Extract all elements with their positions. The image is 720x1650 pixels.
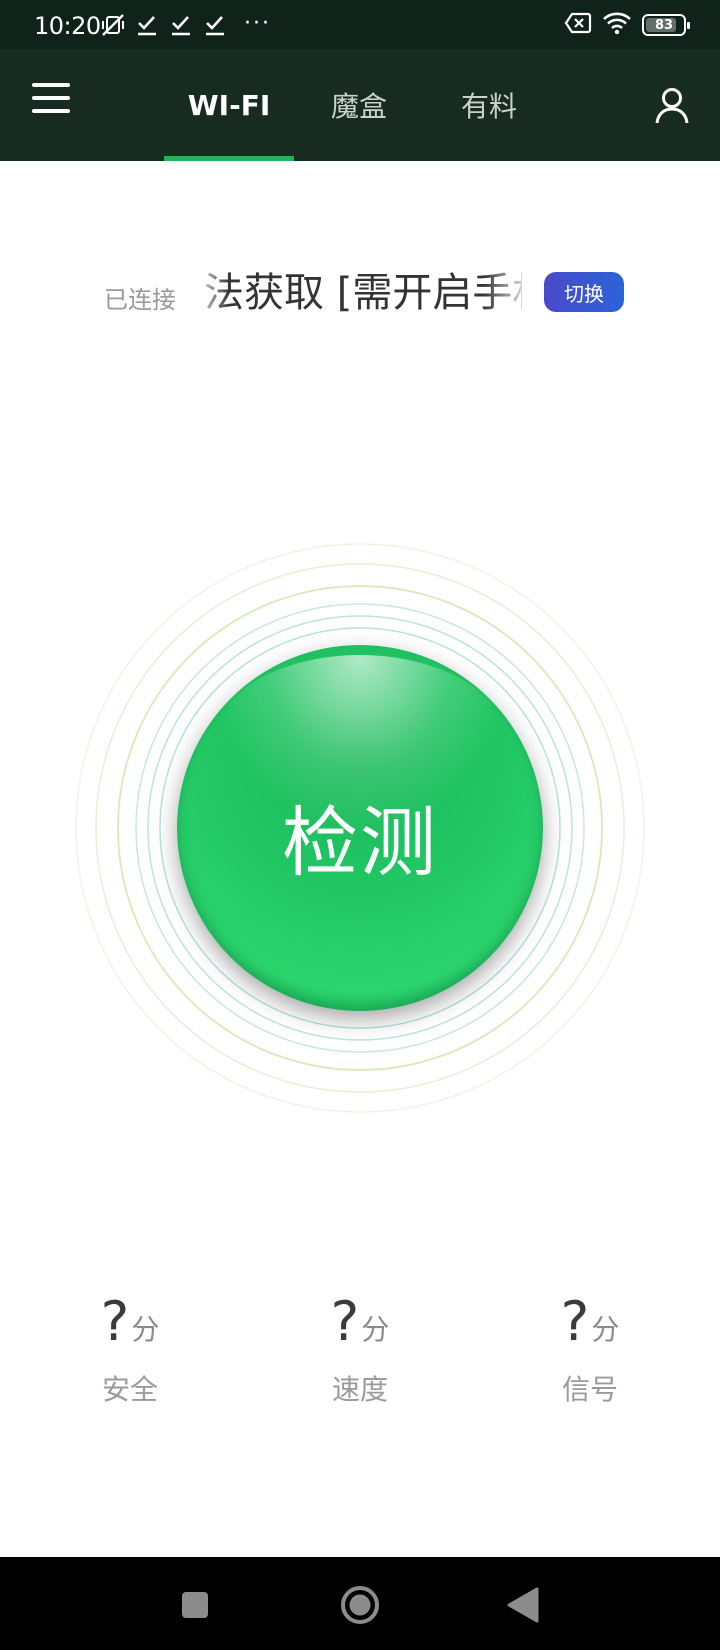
check-icon bbox=[168, 12, 194, 38]
more-notifications-indicator: ··· bbox=[244, 10, 271, 36]
status-icons-right: 83 bbox=[564, 11, 690, 39]
score-security: ? 分 安全 bbox=[50, 1290, 210, 1408]
switch-button[interactable]: 切换 bbox=[544, 272, 624, 312]
score-signal-label: 信号 bbox=[561, 1373, 618, 1406]
home-icon[interactable] bbox=[332, 1577, 388, 1633]
score-signal: ? 分 信号 bbox=[510, 1290, 670, 1408]
connected-label: 已连接 bbox=[104, 286, 176, 314]
score-security-unit: 分 bbox=[131, 1313, 160, 1346]
tab-wifi[interactable]: WI-FI bbox=[164, 49, 294, 161]
score-summary: ? 分 安全 ? 分 速度 ? 分 信号 bbox=[0, 1290, 720, 1430]
connection-row: 已连接 法获取 [需开启手机 切换 bbox=[0, 268, 720, 318]
score-security-label: 安全 bbox=[101, 1373, 158, 1406]
detect-button-label: 检测 bbox=[282, 798, 438, 887]
recent-apps-icon[interactable] bbox=[167, 1577, 223, 1633]
tab-mohe[interactable]: 魔盒 bbox=[294, 49, 424, 161]
app-header: WI-FI 魔盒 有料 bbox=[0, 49, 720, 161]
score-speed-label: 速度 bbox=[331, 1373, 388, 1406]
back-icon[interactable] bbox=[495, 1577, 551, 1633]
top-tabs: WI-FI 魔盒 有料 bbox=[164, 49, 554, 161]
score-speed-unit: 分 bbox=[361, 1313, 390, 1346]
score-speed: ? 分 速度 bbox=[280, 1290, 440, 1408]
hamburger-menu-icon[interactable] bbox=[32, 83, 76, 123]
score-signal-value: ? bbox=[560, 1290, 590, 1353]
score-speed-value: ? bbox=[330, 1290, 360, 1353]
detect-button[interactable]: 检测 bbox=[177, 645, 543, 1011]
check-icon bbox=[202, 12, 228, 38]
check-icon bbox=[134, 12, 160, 38]
ssid-text: 法获取 [需开启手机 bbox=[204, 270, 522, 316]
mute-vibrate-icon bbox=[100, 12, 126, 38]
battery-percent: 83 bbox=[654, 17, 674, 33]
sim-off-icon bbox=[564, 12, 592, 38]
user-profile-icon[interactable] bbox=[652, 85, 692, 125]
wifi-icon bbox=[602, 11, 632, 39]
score-signal-unit: 分 bbox=[591, 1313, 620, 1346]
status-icons-left: ··· bbox=[100, 10, 271, 40]
tab-youliao[interactable]: 有料 bbox=[424, 49, 554, 161]
score-security-value: ? bbox=[100, 1290, 130, 1353]
status-bar: 10:20 ··· 83 bbox=[0, 0, 720, 49]
system-nav-bar bbox=[0, 1557, 720, 1650]
status-time: 10:20 bbox=[34, 12, 101, 40]
ssid-marquee: 法获取 [需开启手机 bbox=[204, 268, 522, 318]
battery-icon: 83 bbox=[642, 14, 690, 36]
